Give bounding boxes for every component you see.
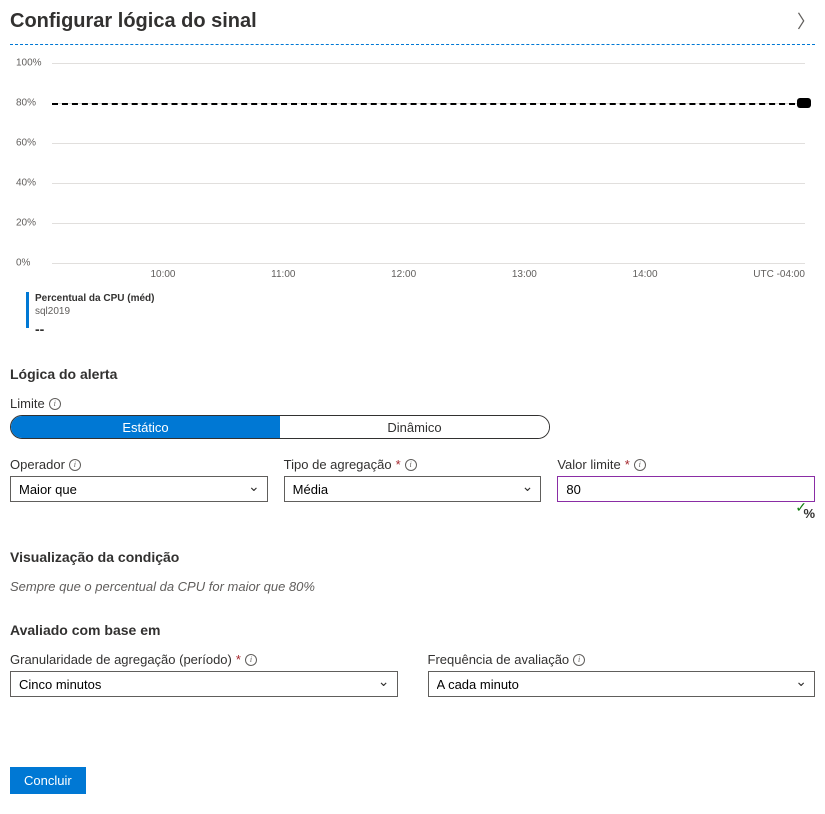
frequency-select[interactable]: A cada minuto (428, 671, 816, 697)
y-tick-label: 80% (16, 98, 36, 109)
panel-title: Configurar lógica do sinal (10, 10, 257, 33)
y-tick-label: 20% (16, 218, 36, 229)
threshold-dynamic-button[interactable]: Dinâmico (280, 416, 549, 438)
operator-label: Operador (10, 457, 65, 472)
x-tick-label: 12:00 (391, 269, 416, 280)
granularity-label: Granularidade de agregação (período) (10, 652, 232, 667)
info-icon[interactable]: i (69, 459, 81, 471)
threshold-marker (797, 98, 811, 108)
gridline (52, 223, 805, 224)
gridline (52, 183, 805, 184)
info-icon[interactable]: i (49, 398, 61, 410)
section-condition-preview: Visualização da condição (10, 549, 815, 565)
threshold-line (52, 103, 805, 105)
y-tick-label: 100% (16, 58, 42, 69)
agg-type-label: Tipo de agregação (284, 457, 392, 472)
threshold-type-toggle: Estático Dinâmico (10, 415, 550, 439)
threshold-value-input[interactable] (557, 476, 815, 502)
legend-metric: Percentual da CPU (méd) (35, 292, 154, 305)
section-evaluated: Avaliado com base em (10, 622, 815, 638)
x-tick-label: UTC -04:00 (753, 269, 805, 280)
check-icon: ✓ (795, 499, 807, 516)
x-tick-label: 10:00 (150, 269, 175, 280)
threshold-value-label: Valor limite (557, 457, 620, 472)
agg-type-select[interactable]: Média (284, 476, 542, 502)
x-tick-label: 11:00 (271, 269, 295, 280)
close-chevron-icon[interactable]: 〉 (797, 8, 815, 34)
y-tick-label: 0% (16, 258, 30, 269)
gridline (52, 143, 805, 144)
y-tick-label: 40% (16, 178, 36, 189)
info-icon[interactable]: i (634, 459, 646, 471)
y-tick-label: 60% (16, 138, 36, 149)
x-tick-label: 14:00 (633, 269, 658, 280)
threshold-type-label: Limite (10, 396, 45, 411)
legend-value: -- (35, 320, 154, 338)
legend-color-bar (26, 292, 29, 328)
divider (10, 44, 815, 45)
section-alert-logic: Lógica do alerta (10, 366, 815, 382)
granularity-select[interactable]: Cinco minutos (10, 671, 398, 697)
done-button[interactable]: Concluir (10, 767, 86, 794)
condition-text: Sempre que o percentual da CPU for maior… (10, 579, 815, 594)
legend-resource: sql2019 (35, 305, 154, 318)
threshold-unit: % (557, 506, 815, 521)
threshold-static-button[interactable]: Estático (11, 416, 280, 438)
operator-select[interactable]: Maior que (10, 476, 268, 502)
frequency-label: Frequência de avaliação (428, 652, 570, 667)
chart-legend: Percentual da CPU (méd) sql2019 -- (26, 292, 805, 338)
chart-area: 0%20%40%60%80%100% .10:0011:0012:0013:00… (10, 63, 815, 338)
gridline (52, 63, 805, 64)
info-icon[interactable]: i (405, 459, 417, 471)
info-icon[interactable]: i (245, 654, 257, 666)
info-icon[interactable]: i (573, 654, 585, 666)
gridline (52, 263, 805, 264)
x-tick-label: 13:00 (512, 269, 537, 280)
